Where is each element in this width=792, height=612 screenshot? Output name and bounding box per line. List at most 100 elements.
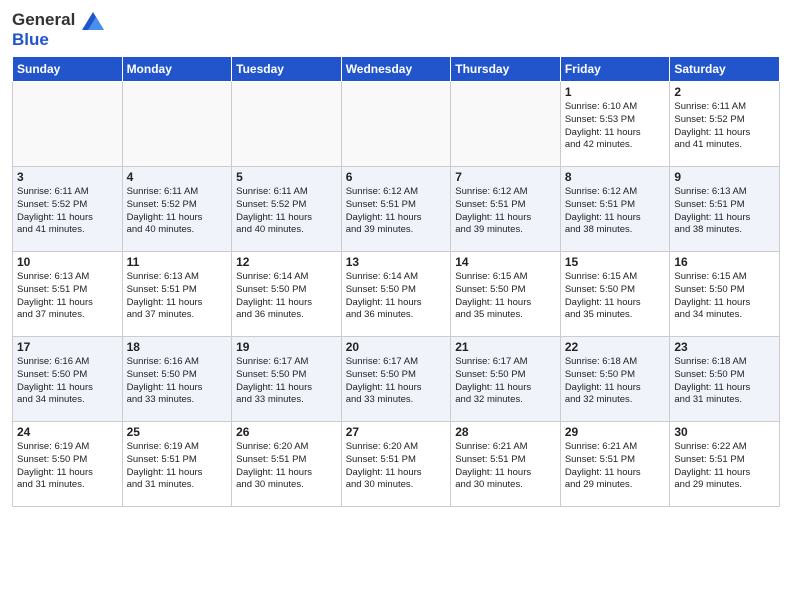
day-number: 18: [127, 340, 228, 354]
calendar-cell: [122, 82, 232, 167]
calendar-cell: 18 Sunrise: 6:16 AM Sunset: 5:50 PM Dayli…: [122, 337, 232, 422]
day-number: 20: [346, 340, 447, 354]
weekday-header-friday: Friday: [560, 57, 670, 82]
day-info: Sunrise: 6:10 AM Sunset: 5:53 PM Dayligh…: [565, 101, 666, 152]
calendar-cell: 5 Sunrise: 6:11 AM Sunset: 5:52 PM Daylig…: [232, 167, 342, 252]
logo-blue: Blue: [12, 30, 49, 49]
calendar-cell: 20 Sunrise: 6:17 AM Sunset: 5:50 PM Dayli…: [341, 337, 451, 422]
calendar-cell: 1 Sunrise: 6:10 AM Sunset: 5:53 PM Daylig…: [560, 82, 670, 167]
day-info: Sunrise: 6:16 AM Sunset: 5:50 PM Dayligh…: [127, 356, 228, 407]
calendar-cell: 24 Sunrise: 6:19 AM Sunset: 5:50 PM Dayli…: [13, 422, 123, 507]
day-info: Sunrise: 6:15 AM Sunset: 5:50 PM Dayligh…: [565, 271, 666, 322]
day-number: 25: [127, 425, 228, 439]
calendar-cell: [451, 82, 561, 167]
day-info: Sunrise: 6:18 AM Sunset: 5:50 PM Dayligh…: [674, 356, 775, 407]
day-number: 23: [674, 340, 775, 354]
day-number: 10: [17, 255, 118, 269]
weekday-header-monday: Monday: [122, 57, 232, 82]
weekday-header-tuesday: Tuesday: [232, 57, 342, 82]
calendar-cell: 6 Sunrise: 6:12 AM Sunset: 5:51 PM Daylig…: [341, 167, 451, 252]
calendar-cell: 23 Sunrise: 6:18 AM Sunset: 5:50 PM Dayli…: [670, 337, 780, 422]
logo: General Blue: [12, 10, 104, 50]
day-number: 27: [346, 425, 447, 439]
day-info: Sunrise: 6:19 AM Sunset: 5:50 PM Dayligh…: [17, 441, 118, 492]
calendar-cell: 14 Sunrise: 6:15 AM Sunset: 5:50 PM Dayli…: [451, 252, 561, 337]
weekday-header-sunday: Sunday: [13, 57, 123, 82]
day-number: 17: [17, 340, 118, 354]
day-number: 11: [127, 255, 228, 269]
day-info: Sunrise: 6:11 AM Sunset: 5:52 PM Dayligh…: [674, 101, 775, 152]
day-info: Sunrise: 6:15 AM Sunset: 5:50 PM Dayligh…: [455, 271, 556, 322]
day-info: Sunrise: 6:21 AM Sunset: 5:51 PM Dayligh…: [565, 441, 666, 492]
calendar-cell: [341, 82, 451, 167]
calendar-cell: 12 Sunrise: 6:14 AM Sunset: 5:50 PM Dayli…: [232, 252, 342, 337]
calendar-cell: 19Sunrise: 6:17 AM Sunset: 5:50 PM Dayli…: [232, 337, 342, 422]
day-info: Sunrise: 6:22 AM Sunset: 5:51 PM Dayligh…: [674, 441, 775, 492]
day-info: Sunrise: 6:12 AM Sunset: 5:51 PM Dayligh…: [346, 186, 447, 237]
day-info: Sunrise: 6:13 AM Sunset: 5:51 PM Dayligh…: [127, 271, 228, 322]
logo-icon: [82, 12, 104, 30]
day-info: Sunrise: 6:14 AM Sunset: 5:50 PM Dayligh…: [236, 271, 337, 322]
week-row-4: 17 Sunrise: 6:16 AM Sunset: 5:50 PM Dayli…: [13, 337, 780, 422]
calendar-cell: [13, 82, 123, 167]
calendar-cell: 2 Sunrise: 6:11 AM Sunset: 5:52 PM Daylig…: [670, 82, 780, 167]
calendar-table: SundayMondayTuesdayWednesdayThursdayFrid…: [12, 56, 780, 507]
weekday-header-thursday: Thursday: [451, 57, 561, 82]
day-info: Sunrise: 6:16 AM Sunset: 5:50 PM Dayligh…: [17, 356, 118, 407]
day-number: 5: [236, 170, 337, 184]
day-number: 14: [455, 255, 556, 269]
day-number: 1: [565, 85, 666, 99]
day-info: Sunrise: 6:13 AM Sunset: 5:51 PM Dayligh…: [674, 186, 775, 237]
calendar-cell: 13 Sunrise: 6:14 AM Sunset: 5:50 PM Dayli…: [341, 252, 451, 337]
day-info: Sunrise: 6:15 AM Sunset: 5:50 PM Dayligh…: [674, 271, 775, 322]
header: General Blue: [12, 10, 780, 50]
week-row-1: 1 Sunrise: 6:10 AM Sunset: 5:53 PM Daylig…: [13, 82, 780, 167]
calendar-cell: 3 Sunrise: 6:11 AM Sunset: 5:52 PM Daylig…: [13, 167, 123, 252]
day-info: Sunrise: 6:12 AM Sunset: 5:51 PM Dayligh…: [565, 186, 666, 237]
day-number: 2: [674, 85, 775, 99]
calendar-cell: 10Sunrise: 6:13 AM Sunset: 5:51 PM Dayli…: [13, 252, 123, 337]
day-number: 3: [17, 170, 118, 184]
day-number: 13: [346, 255, 447, 269]
week-row-3: 10 Sunrise: 6:13 AM Sunset: 5:51 PM Dayli…: [13, 252, 780, 337]
weekday-header-wednesday: Wednesday: [341, 57, 451, 82]
page-container: General Blue SundayMondayTuesdayWednesda…: [0, 0, 792, 517]
day-info: Sunrise: 6:11 AM Sunset: 5:52 PM Dayligh…: [17, 186, 118, 237]
day-number: 24: [17, 425, 118, 439]
day-number: 21: [455, 340, 556, 354]
calendar-cell: 26Sunrise: 6:20 AM Sunset: 5:51 PM Dayli…: [232, 422, 342, 507]
calendar-cell: 8 Sunrise: 6:12 AM Sunset: 5:51 PM Daylig…: [560, 167, 670, 252]
day-info: Sunrise: 6:17 AM Sunset: 5:50 PM Dayligh…: [236, 356, 337, 407]
calendar-cell: 30Sunrise: 6:22 AM Sunset: 5:51 PM Dayli…: [670, 422, 780, 507]
day-info: Sunrise: 6:11 AM Sunset: 5:52 PM Dayligh…: [236, 186, 337, 237]
calendar-cell: 15Sunrise: 6:15 AM Sunset: 5:50 PM Dayli…: [560, 252, 670, 337]
day-info: Sunrise: 6:17 AM Sunset: 5:50 PM Dayligh…: [346, 356, 447, 407]
calendar-cell: 9Sunrise: 6:13 AM Sunset: 5:51 PM Daylig…: [670, 167, 780, 252]
day-number: 6: [346, 170, 447, 184]
day-info: Sunrise: 6:17 AM Sunset: 5:50 PM Dayligh…: [455, 356, 556, 407]
calendar-cell: 29Sunrise: 6:21 AM Sunset: 5:51 PM Dayli…: [560, 422, 670, 507]
logo-text: General: [12, 10, 75, 29]
weekday-header-row: SundayMondayTuesdayWednesdayThursdayFrid…: [13, 57, 780, 82]
calendar-cell: 17 Sunrise: 6:16 AM Sunset: 5:50 PM Dayli…: [13, 337, 123, 422]
day-info: Sunrise: 6:20 AM Sunset: 5:51 PM Dayligh…: [346, 441, 447, 492]
day-number: 8: [565, 170, 666, 184]
weekday-header-saturday: Saturday: [670, 57, 780, 82]
day-number: 12: [236, 255, 337, 269]
calendar-cell: 27 Sunrise: 6:20 AM Sunset: 5:51 PM Dayli…: [341, 422, 451, 507]
day-number: 4: [127, 170, 228, 184]
calendar-cell: 25Sunrise: 6:19 AM Sunset: 5:51 PM Dayli…: [122, 422, 232, 507]
day-number: 22: [565, 340, 666, 354]
calendar-cell: 11 Sunrise: 6:13 AM Sunset: 5:51 PM Dayli…: [122, 252, 232, 337]
day-info: Sunrise: 6:12 AM Sunset: 5:51 PM Dayligh…: [455, 186, 556, 237]
day-info: Sunrise: 6:14 AM Sunset: 5:50 PM Dayligh…: [346, 271, 447, 322]
day-info: Sunrise: 6:21 AM Sunset: 5:51 PM Dayligh…: [455, 441, 556, 492]
day-info: Sunrise: 6:11 AM Sunset: 5:52 PM Dayligh…: [127, 186, 228, 237]
calendar-cell: 16Sunrise: 6:15 AM Sunset: 5:50 PM Dayli…: [670, 252, 780, 337]
calendar-cell: 28Sunrise: 6:21 AM Sunset: 5:51 PM Dayli…: [451, 422, 561, 507]
day-info: Sunrise: 6:18 AM Sunset: 5:50 PM Dayligh…: [565, 356, 666, 407]
calendar-cell: 22 Sunrise: 6:18 AM Sunset: 5:50 PM Dayli…: [560, 337, 670, 422]
calendar-cell: [232, 82, 342, 167]
calendar-cell: 7 Sunrise: 6:12 AM Sunset: 5:51 PM Daylig…: [451, 167, 561, 252]
day-number: 7: [455, 170, 556, 184]
